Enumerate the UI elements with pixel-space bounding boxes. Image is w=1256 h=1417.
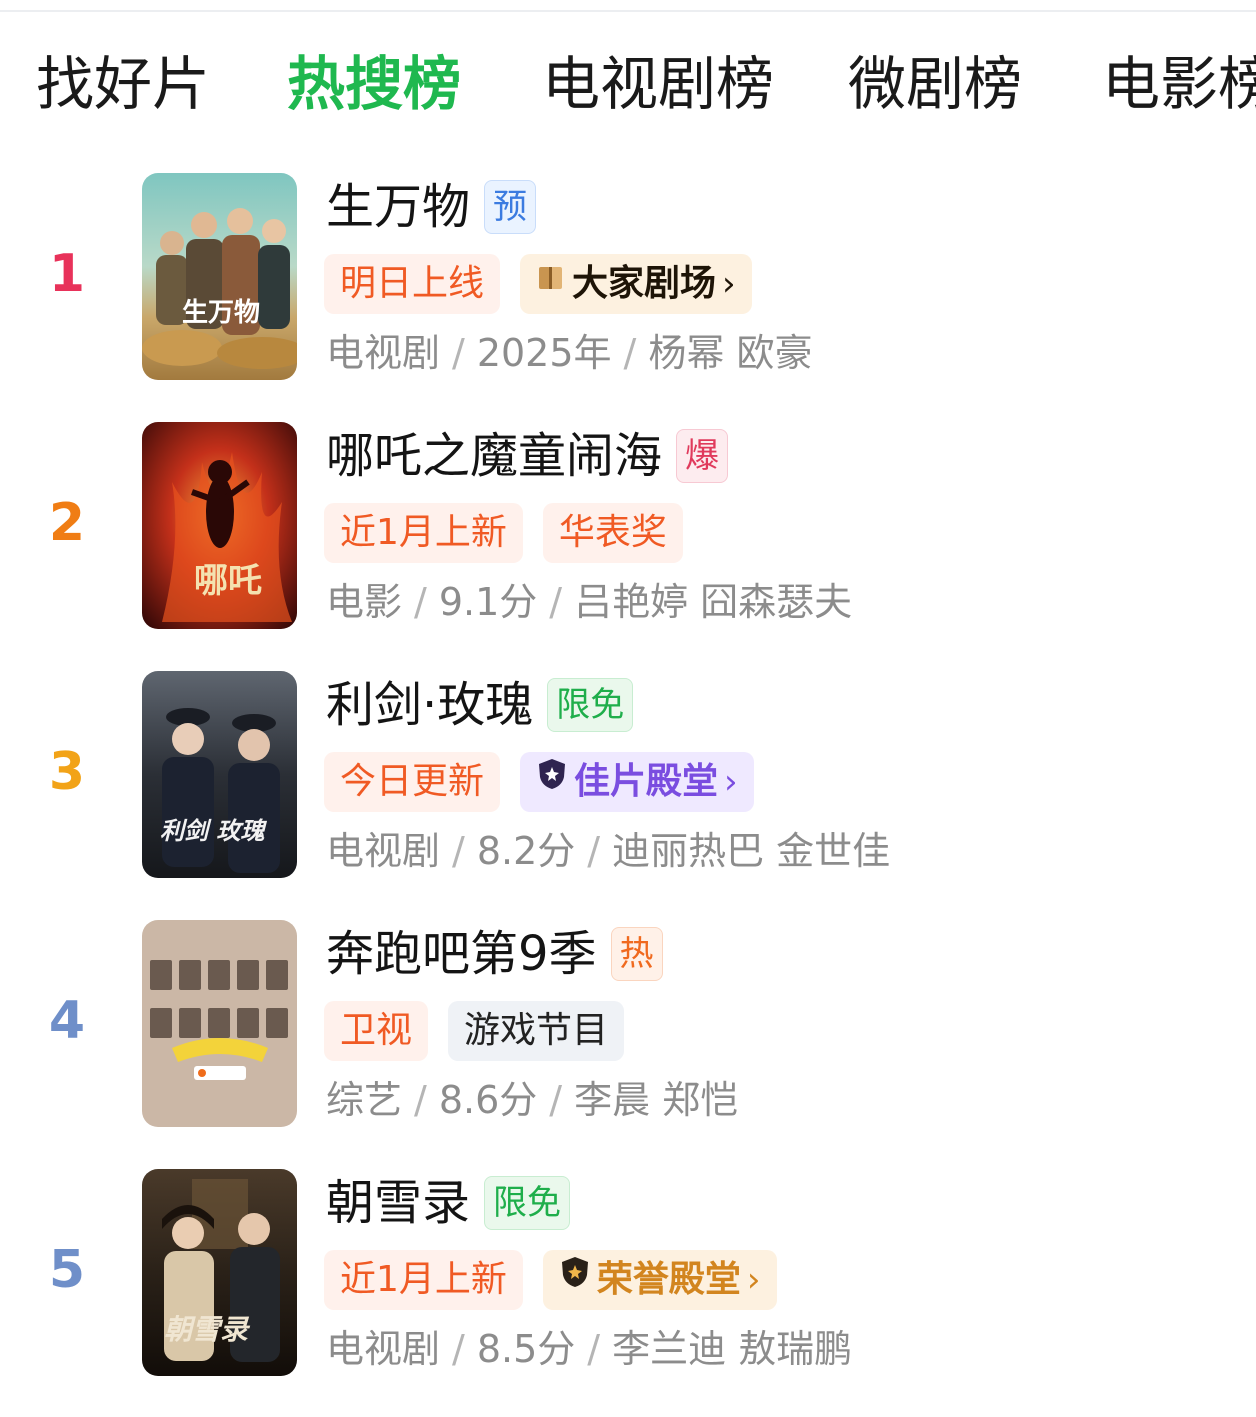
meta-separator: / [549,1078,563,1122]
meta-separator: / [587,829,601,873]
preview-badge: 预 [484,180,537,234]
meta-separator: / [452,331,465,375]
poster-image[interactable]: 生万物 [142,173,297,380]
tag-line: 今日更新 佳片殿堂 › [324,752,774,812]
shield-star-icon [559,1248,591,1308]
shield-star-icon [536,750,568,810]
svg-text:哪吒: 哪吒 [194,561,262,601]
hot-search-ranking-page: 找好片 热搜榜 电视剧榜 微剧榜 电影榜 1 生万物 生万物 预 明日上线 大家… [0,0,1256,1417]
hall-tag-label: 荣誉殿堂 [596,1259,741,1300]
hall-tag-label: 佳片殿堂 [574,761,719,802]
list-item[interactable]: 4 奔跑吧第9季 热 卫视 游戏节目 综艺 / 8.6分 / 李晨 郑恺 [0,919,1256,1168]
status-tag: 近1月上新 [324,503,523,563]
tab-movie[interactable]: 电影榜 [1102,48,1256,120]
genre-tag: 游戏节目 [448,1001,625,1061]
rank-number: 4 [48,991,86,1051]
meta-separator: / [452,1327,465,1371]
svg-text:生万物: 生万物 [182,298,260,328]
top-divider [0,10,1256,12]
tab-find-good-films[interactable]: 找好片 [36,48,210,120]
rank-number: 1 [48,244,86,304]
tab-micro-drama[interactable]: 微剧榜 [848,48,1022,120]
tag-line: 明日上线 大家剧场 › [324,254,772,314]
tag-line: 近1月上新 荣誉殿堂 › [324,1250,797,1310]
meta-score: 8.5分 [476,1327,576,1371]
chevron-right-icon: › [722,264,736,304]
meta-score: 9.1分 [438,580,538,624]
meta-year: 2025年 [476,331,612,375]
show-title[interactable]: 利剑·玫瑰 [326,674,533,736]
meta-cast: 李晨 郑恺 [574,1078,739,1122]
meta-type: 综艺 [326,1078,403,1122]
hall-tag[interactable]: 荣誉殿堂 › [542,1248,777,1310]
theater-tag[interactable]: 大家剧场 › [520,254,752,314]
meta-separator: / [549,580,563,624]
meta-separator: / [414,1078,427,1122]
meta-type: 电影 [326,580,403,624]
meta-separator: / [587,1327,601,1371]
title-line: 哪吒之魔童闹海爆 [326,425,729,487]
meta-type: 电视剧 [326,331,441,375]
rank-number: 3 [48,742,86,802]
meta-line: 电视剧/8.2分 / 迪丽热巴 金世佳 [326,824,890,878]
meta-separator: / [452,829,465,873]
meta-cast: 李兰迪 敖瑞鹏 [612,1327,853,1371]
meta-type: 电视剧 [326,1327,441,1371]
rank-number: 5 [48,1240,86,1300]
list-item[interactable]: 2 哪吒 哪吒之魔童闹海 爆 近1月上新 华表奖 电影 / 9.1分 / 吕艳婷… [0,421,1256,670]
status-tag: 明日上线 [324,254,501,314]
meta-separator: / [623,331,637,375]
meta-type: 电视剧 [326,829,441,873]
poster-image[interactable]: 利剑 玫瑰 [142,671,297,878]
poster-image[interactable]: 朝雪录 [142,1169,297,1376]
rank-number: 2 [48,493,86,553]
svg-text:朝雪录: 朝雪录 [164,1313,251,1346]
meta-score: 8.6分 [438,1078,538,1122]
show-title[interactable]: 哪吒之魔童闹海 [326,425,662,487]
ranking-list: 1 生万物 生万物 预 明日上线 大家剧场 › 电视剧 / 2025年 / 杨幂… [0,172,1256,1417]
free-badge: 限免 [484,1176,571,1230]
status-tag: 今日更新 [324,752,501,812]
show-title[interactable]: 奔跑吧第9季 [326,923,597,985]
award-tag: 华表奖 [542,503,683,563]
poster-image[interactable] [142,920,297,1127]
tab-hot-search[interactable]: 热搜榜 [287,48,461,120]
category-tabs: 找好片 热搜榜 电视剧榜 微剧榜 电影榜 [0,48,1256,128]
title-line: 生万物预 [326,176,537,238]
meta-separator: / [414,580,427,624]
title-line: 利剑·玫瑰 限免 [326,674,634,736]
svg-text:利剑 玫瑰: 利剑 玫瑰 [160,816,267,845]
meta-score: 8.2分 [476,829,576,873]
meta-cast: 迪丽热巴 金世佳 [612,829,891,873]
chevron-right-icon: › [746,1260,761,1300]
list-item[interactable]: 1 生万物 生万物 预 明日上线 大家剧场 › 电视剧 / 2025年 / 杨幂… [0,172,1256,421]
poster-image[interactable]: 哪吒 [142,422,297,629]
status-tag: 近1月上新 [324,1250,523,1310]
tab-tv-series[interactable]: 电视剧榜 [542,48,774,120]
list-item[interactable]: 3 利剑 玫瑰 利剑·玫瑰 限免 今日更新 佳片殿堂 › 电视剧 / 8.2分 … [0,670,1256,919]
title-line: 奔跑吧第9季热 [326,923,663,985]
meta-cast: 杨幂 欧豪 [648,331,813,375]
tag-line: 近1月上新 华表奖 [324,503,703,563]
title-line: 朝雪录 限免 [326,1172,571,1234]
chevron-right-icon: › [724,762,738,802]
explosive-badge: 爆 [676,429,729,483]
tag-line: 卫视 游戏节目 [324,1001,644,1061]
hot-badge: 热 [610,927,663,981]
book-icon [536,252,566,312]
channel-tag: 卫视 [324,1001,429,1061]
meta-line: 电影/9.1分 / 吕艳婷 囧森瑟夫 [326,575,852,629]
list-item[interactable]: 5 朝雪录 朝雪录 限免 近1月上新 荣誉殿堂 › 电视剧 / 8.5分 / 李… [0,1168,1256,1417]
show-title[interactable]: 生万物 [326,176,470,238]
hall-tag[interactable]: 佳片殿堂 › [520,752,754,812]
theater-tag-label: 大家剧场 [572,263,717,304]
meta-cast: 吕艳婷 囧森瑟夫 [574,580,853,624]
meta-line: 电视剧/8.5分 / 李兰迪 敖瑞鹏 [326,1322,852,1376]
free-badge: 限免 [547,678,634,732]
meta-line: 综艺/8.6分 / 李晨 郑恺 [326,1073,738,1127]
meta-line: 电视剧/2025年 / 杨幂 欧豪 [326,326,812,380]
show-title[interactable]: 朝雪录 [326,1172,470,1234]
